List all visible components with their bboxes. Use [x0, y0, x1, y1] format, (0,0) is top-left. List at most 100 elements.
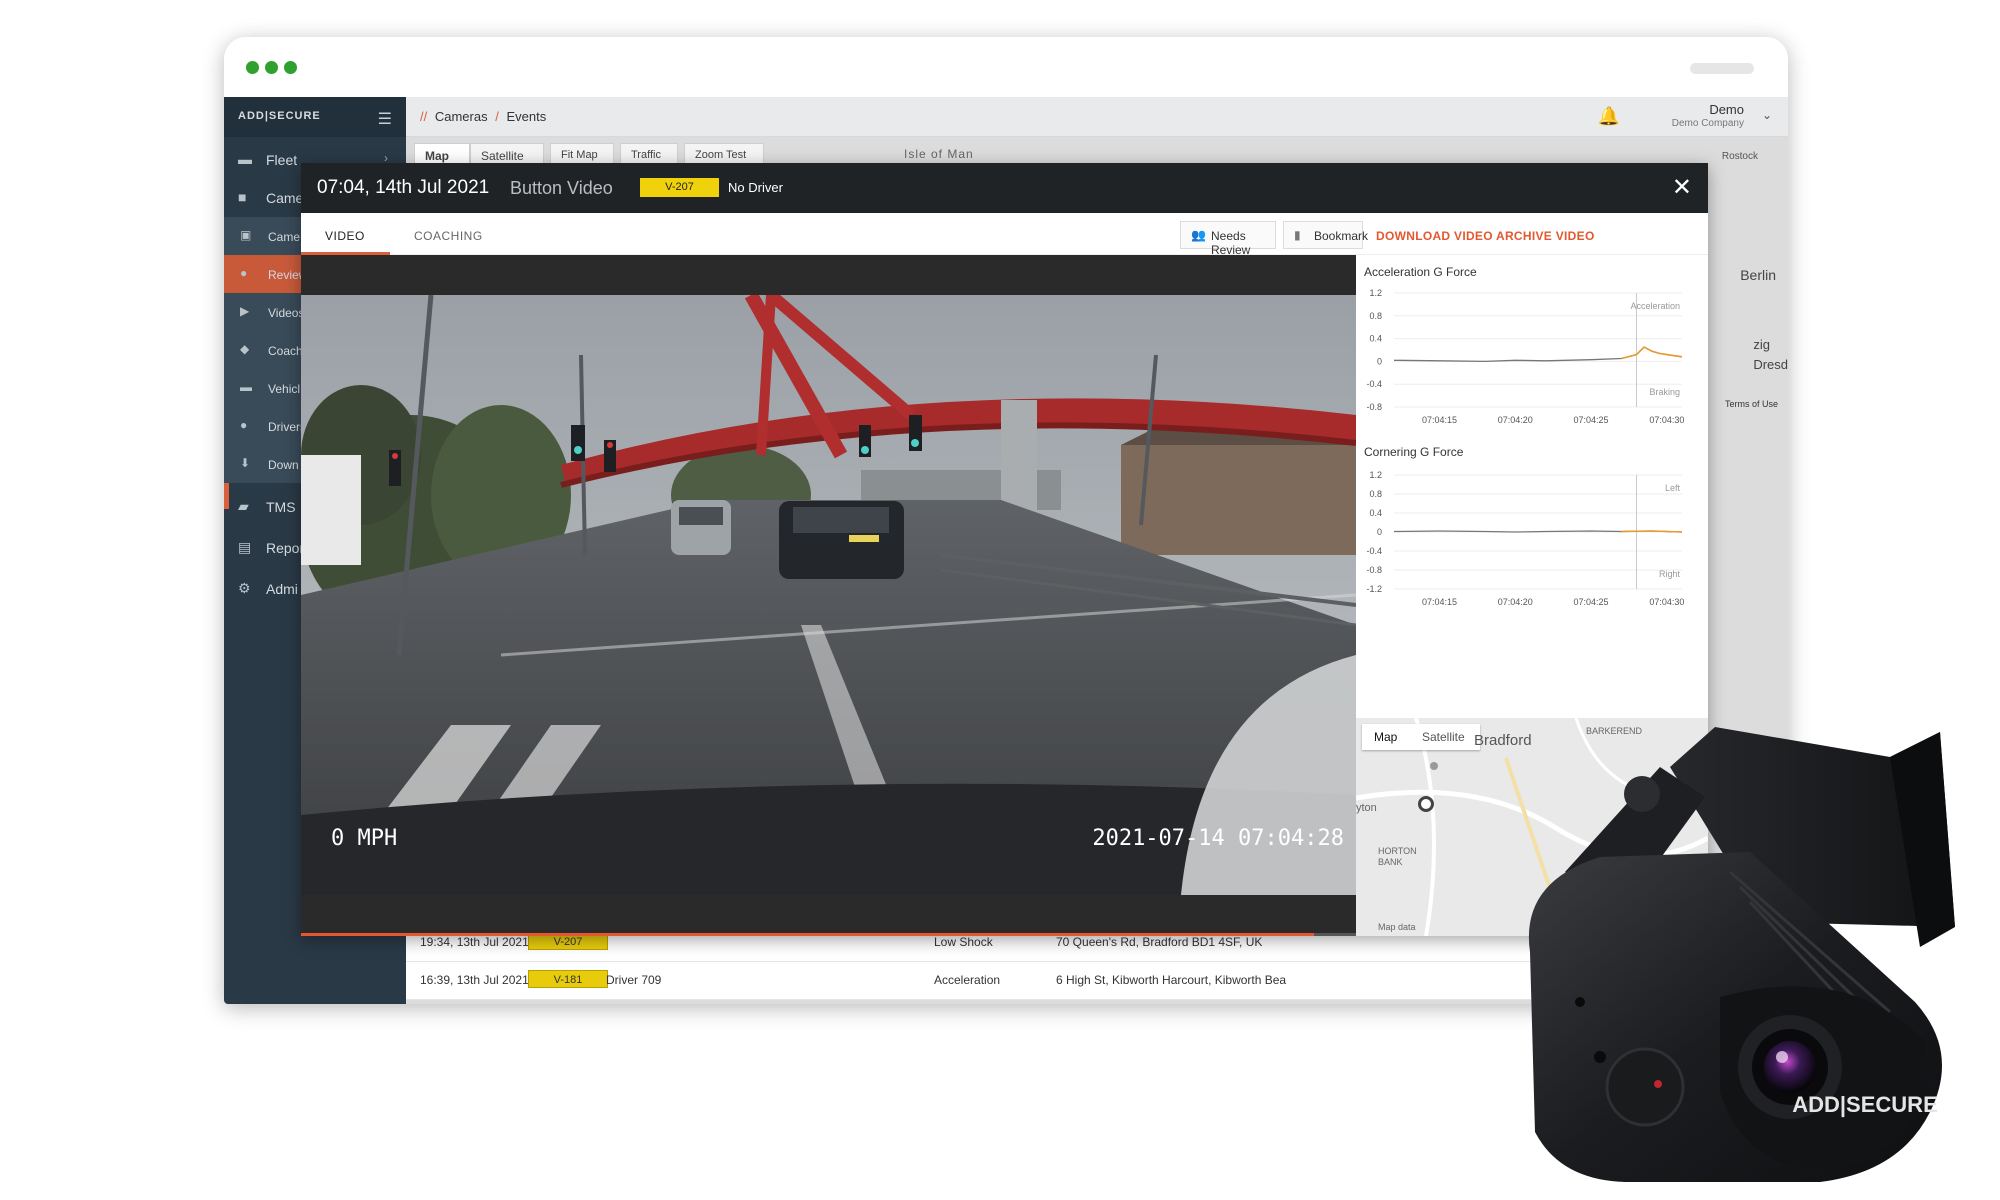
x-tick-label: 07:04:25 — [1574, 597, 1609, 607]
dashcam-video-frame[interactable] — [301, 295, 1356, 895]
truck-icon: ▬ — [238, 151, 252, 167]
camera-sub-icon: ▣ — [240, 228, 252, 242]
event-datetime: 07:04, 14th Jul 2021 — [317, 177, 490, 198]
driver-name: No Driver — [728, 180, 783, 195]
browser-titlebar — [224, 37, 1788, 97]
modal-header: 07:04, 14th Jul 2021 Button Video V-207 … — [301, 163, 1708, 213]
users-icon: 👥 — [1191, 228, 1206, 242]
briefcase-icon: ▰ — [238, 498, 249, 514]
breadcrumb-separator: / — [495, 109, 499, 124]
coach-icon: ◆ — [240, 342, 250, 356]
breadcrumb-cameras[interactable]: Cameras — [435, 109, 488, 124]
breadcrumb-events[interactable]: Events — [506, 109, 546, 124]
bell-icon[interactable]: 🔔 — [1598, 106, 1620, 127]
chevron-down-icon[interactable]: ⌄ — [1762, 108, 1772, 122]
menu-collapse-icon[interactable]: ☰ — [378, 109, 392, 129]
sidebar-item-label: Vehicl — [268, 382, 301, 396]
driver-icon: ● — [240, 418, 248, 432]
breadcrumb-separator: // — [420, 109, 428, 124]
event-time: 16:39, 13th Jul 2021 — [420, 973, 529, 987]
gear-icon: ⚙ — [238, 580, 251, 596]
y-tick-label: 0.4 — [1369, 334, 1382, 344]
event-type: Low Shock — [934, 935, 993, 949]
y-tick-label: 1.2 — [1369, 470, 1382, 480]
tab-coaching[interactable]: COACHING — [414, 229, 483, 243]
sidebar-item-label: Videos — [268, 306, 305, 320]
map-label-rostock: Rostock — [1721, 151, 1758, 162]
window-dot-minimize[interactable] — [265, 61, 278, 74]
sidebar-item-label: Admi — [266, 581, 298, 597]
x-tick-label: 07:04:15 — [1422, 415, 1457, 425]
mini-map-label-horton: HORTON — [1378, 846, 1417, 856]
map-label-dresd: Dresd — [1753, 357, 1788, 372]
map-label-isle-of-man: Isle of Man — [904, 147, 974, 161]
series-line-highlight — [1621, 346, 1683, 360]
archive-video-button[interactable]: ARCHIVE VIDEO — [1496, 229, 1595, 243]
report-icon: ▤ — [238, 539, 252, 555]
bookmark-button[interactable]: ▮ Bookmark — [1283, 221, 1368, 249]
needs-review-label: Needs Review — [1211, 229, 1251, 257]
user-company: Demo Company — [1671, 118, 1744, 129]
dashcam-device-image: ADD|SECURE — [1528, 727, 1955, 1182]
dashcam-brand-logo: ADD|SECURE — [1792, 1092, 1938, 1117]
needs-review-button[interactable]: 👥 Needs Review — [1180, 221, 1276, 257]
download-video-button[interactable]: DOWNLOAD VIDEO — [1376, 229, 1493, 243]
x-tick-label: 07:04:20 — [1498, 597, 1533, 607]
download-icon: ⬇ — [240, 456, 251, 470]
chart-bottom-label: Braking — [1649, 387, 1680, 397]
camera-icon: ■ — [238, 189, 247, 205]
user-name[interactable]: Demo — [1709, 102, 1744, 117]
chart-top-label: Left — [1665, 483, 1681, 493]
y-tick-label: 0 — [1377, 527, 1382, 537]
video-progress-bar[interactable] — [301, 933, 1356, 936]
event-address: 6 High St, Kibworth Harcourt, Kibworth B… — [1056, 973, 1287, 987]
tab-video[interactable]: VIDEO — [325, 229, 365, 243]
x-tick-label: 07:04:15 — [1422, 597, 1457, 607]
y-tick-label: 0.8 — [1369, 489, 1382, 499]
chart-top-label: Acceleration — [1630, 301, 1680, 311]
map-terms-link[interactable]: Terms of Use — [1725, 399, 1778, 409]
y-tick-label: -0.8 — [1366, 565, 1382, 575]
sidebar-item-label: TMS — [266, 499, 296, 515]
speed-overlay: 0 MPH — [331, 826, 398, 851]
browser-addressbar-pill — [1690, 63, 1754, 74]
event-type: Button Video — [510, 178, 613, 198]
chart-bottom-label: Right — [1659, 569, 1681, 579]
vehicle-icon: ▬ — [240, 380, 252, 394]
sidebar-item-label: Coach — [268, 344, 303, 358]
sidebar-item-label: Fleet — [266, 152, 298, 168]
y-tick-label: 0.4 — [1369, 508, 1382, 518]
vehicle-badge: V-207 — [640, 178, 719, 197]
event-time: 19:34, 13th Jul 2021 — [420, 935, 529, 949]
acceleration-chart: 1.2 0.8 0.4 0 -0.4 -0.8 07:04:15 07:04:20 07:04:… — [1366, 288, 1684, 425]
sidebar-item-label: Came — [268, 230, 301, 244]
sidebar-item-label: Down — [268, 458, 299, 472]
x-tick-label: 07:04:20 — [1498, 415, 1533, 425]
event-driver: Driver 709 — [606, 973, 662, 987]
cornering-chart: 1.2 0.8 0.4 0 -0.4 -0.8 -1.2 07:04:15 07:04:20 07… — [1366, 470, 1684, 607]
window-dot-close[interactable] — [246, 61, 259, 74]
mini-map-data-attribution: Map data — [1378, 922, 1416, 932]
y-tick-label: 0.8 — [1369, 311, 1382, 321]
video-progress-fill — [301, 933, 1314, 936]
x-tick-label: 07:04:30 — [1649, 415, 1684, 425]
event-address: 70 Queen's Rd, Bradford BD1 4SF, UK — [1056, 935, 1263, 949]
series-line — [1393, 346, 1683, 363]
video-player[interactable]: 0 MPH 2021-07-14 07:04:28 — [301, 255, 1356, 936]
top-header: // Cameras / Events 🔔 Demo Demo Company … — [406, 97, 1788, 137]
cornering-chart-title: Cornering G Force — [1364, 445, 1464, 459]
y-tick-label: -0.4 — [1366, 546, 1382, 556]
window-dot-maximize[interactable] — [284, 61, 297, 74]
modal-tabs: VIDEO COACHING 👥 Needs Review ▮ Bookmark… — [301, 213, 1708, 257]
y-tick-label: 0 — [1377, 356, 1382, 366]
sidebar-item-label: Came — [266, 190, 304, 206]
close-icon[interactable]: ✕ — [1672, 173, 1692, 202]
y-tick-label: -0.8 — [1366, 402, 1382, 412]
y-tick-label: 1.2 — [1369, 288, 1382, 298]
map-label-berlin: Berlin — [1740, 267, 1776, 283]
mini-map-tab-map[interactable]: Map — [1374, 730, 1397, 744]
y-tick-label: -1.2 — [1366, 584, 1382, 594]
event-type: Acceleration — [934, 973, 1001, 987]
mini-map-label-yton: yton — [1356, 802, 1377, 814]
video-icon: ▶ — [240, 304, 250, 318]
